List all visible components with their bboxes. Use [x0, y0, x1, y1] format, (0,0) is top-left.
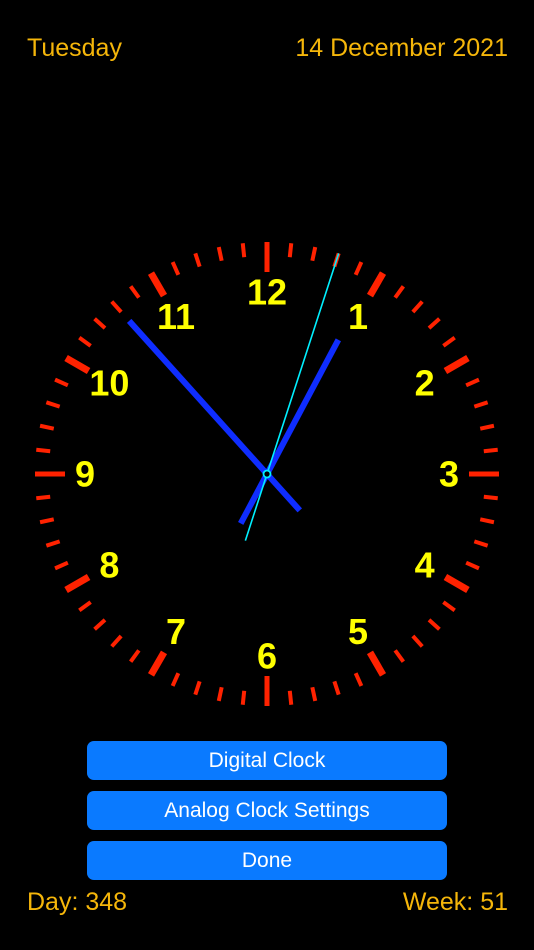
- minute-tick: [353, 672, 364, 687]
- minute-tick: [110, 634, 123, 648]
- minute-tick: [170, 672, 181, 687]
- minute-tick: [193, 680, 202, 696]
- analog-clock-settings-button[interactable]: Analog Clock Settings: [87, 791, 447, 830]
- numeral-10: 10: [89, 363, 129, 404]
- minute-tick: [170, 261, 181, 276]
- week-number-label: Week: 51: [402, 888, 508, 916]
- minute-tick: [287, 243, 294, 258]
- hour-tick: [64, 573, 91, 594]
- numeral-3: 3: [439, 454, 459, 495]
- hour-tick: [366, 271, 387, 298]
- minute-tick: [240, 690, 247, 705]
- numeral-11: 11: [157, 296, 195, 337]
- minute-tick: [465, 560, 480, 571]
- minute-tick: [93, 618, 107, 631]
- minute-tick: [39, 423, 55, 431]
- minute-tick: [216, 246, 224, 262]
- minute-tick: [411, 300, 424, 314]
- minute-tick: [36, 447, 51, 454]
- date-label: 14 December 2021: [295, 34, 508, 62]
- numeral-2: 2: [415, 363, 435, 404]
- minute-tick: [78, 336, 92, 348]
- minute-tick: [473, 539, 489, 548]
- minute-tick: [287, 690, 294, 705]
- hour-tick: [147, 271, 168, 298]
- minute-tick: [393, 649, 405, 663]
- numeral-12: 12: [247, 272, 287, 313]
- minute-tick: [442, 336, 456, 348]
- minute-tick: [393, 285, 405, 299]
- minute-tick: [45, 539, 61, 548]
- numeral-7: 7: [166, 611, 186, 652]
- numeral-5: 5: [348, 611, 368, 652]
- minute-tick: [353, 261, 364, 276]
- hour-tick: [443, 354, 470, 375]
- minute-tick: [216, 686, 224, 702]
- hour-tick: [147, 650, 168, 677]
- numeral-1: 1: [348, 296, 368, 337]
- minute-tick: [310, 686, 318, 702]
- minute-tick: [240, 243, 247, 258]
- minute-tick: [36, 494, 51, 501]
- minute-tick: [479, 517, 495, 525]
- numeral-4: 4: [415, 545, 435, 586]
- minute-tick: [193, 252, 202, 268]
- minute-tick: [411, 634, 424, 648]
- minute-tick: [129, 285, 141, 299]
- numeral-8: 8: [99, 545, 119, 586]
- minute-tick: [442, 600, 456, 612]
- minute-tick: [78, 600, 92, 612]
- minute-tick: [45, 400, 61, 409]
- minute-tick: [310, 246, 318, 262]
- minute-tick: [129, 649, 141, 663]
- minute-tick: [427, 618, 441, 631]
- minute-tick: [54, 377, 69, 388]
- minute-tick: [332, 680, 341, 696]
- clock-center-hub: [262, 469, 272, 479]
- minute-tick: [39, 517, 55, 525]
- numeral-6: 6: [257, 636, 277, 677]
- minute-tick: [54, 560, 69, 571]
- hour-tick: [443, 573, 470, 594]
- hour-tick: [366, 650, 387, 677]
- minute-tick: [483, 447, 498, 454]
- minute-tick: [465, 377, 480, 388]
- weekday-label: Tuesday: [27, 34, 122, 62]
- hour-tick: [64, 354, 91, 375]
- minute-tick: [479, 423, 495, 431]
- analog-clock: 12 1 2 3 4 5 6 7 8 9 10 11: [35, 242, 499, 706]
- minute-tick: [473, 400, 489, 409]
- day-of-year-label: Day: 348: [27, 888, 128, 916]
- minute-tick: [427, 317, 441, 330]
- minute-tick: [483, 494, 498, 501]
- minute-tick: [93, 317, 107, 330]
- done-button[interactable]: Done: [87, 841, 447, 880]
- minute-tick: [110, 300, 123, 314]
- digital-clock-button[interactable]: Digital Clock: [87, 741, 447, 780]
- numeral-9: 9: [75, 454, 95, 495]
- minute-hand: [126, 318, 303, 513]
